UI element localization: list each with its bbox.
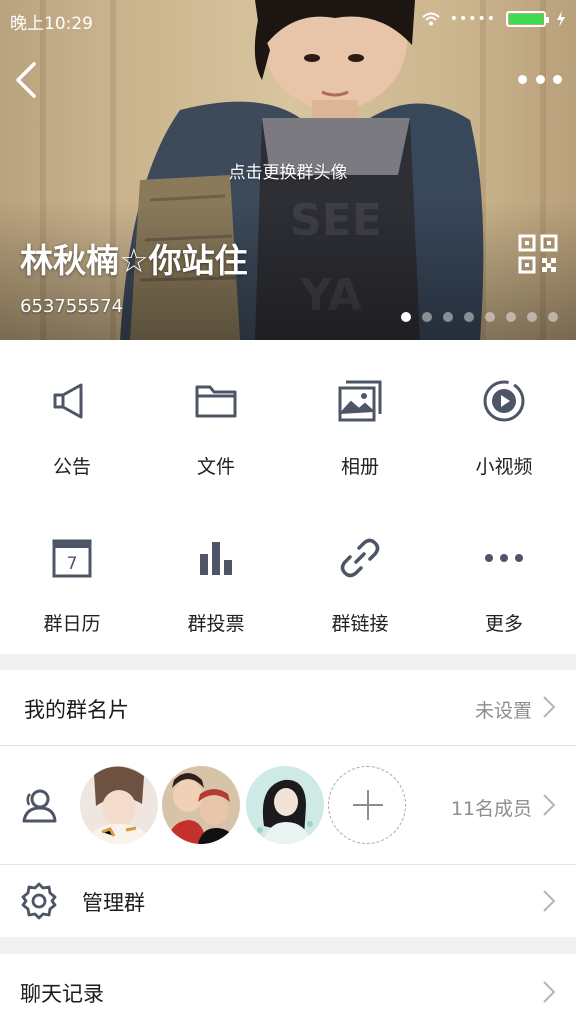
carousel-dot xyxy=(527,312,537,322)
charging-bolt-icon xyxy=(557,11,565,27)
my-group-card-row[interactable]: 我的群名片 未设置 xyxy=(0,670,576,745)
feature-announcement[interactable]: 公告 xyxy=(0,340,144,497)
group-header[interactable]: SEE YA 晚上10:29 ••••• 点击更换 xyxy=(0,0,576,340)
member-avatar[interactable] xyxy=(80,766,158,844)
back-chevron-icon[interactable] xyxy=(10,58,46,102)
feature-label: 更多 xyxy=(484,613,523,635)
carousel-dot xyxy=(506,312,516,322)
feature-grid: 公告 文件 相册 小视频 7 群日历 群投票 群链接 更多 xyxy=(0,340,576,654)
signal-icon: ••••• xyxy=(449,11,496,27)
feature-files[interactable]: 文件 xyxy=(144,340,288,497)
chevron-right-icon xyxy=(543,981,556,1003)
members-icon xyxy=(22,789,57,823)
feature-label: 公告 xyxy=(52,456,91,478)
more-dots-icon[interactable] xyxy=(518,66,562,92)
carousel-dot xyxy=(485,312,495,322)
my-group-card-value: 未设置 xyxy=(474,700,532,722)
member-count: 11名成员 xyxy=(450,798,532,820)
wifi-icon xyxy=(422,12,440,26)
photo-album-icon xyxy=(338,380,382,422)
link-icon xyxy=(340,538,380,578)
video-play-icon xyxy=(483,380,525,422)
carousel-dot xyxy=(464,312,474,322)
battery-cap xyxy=(546,17,549,23)
status-time: 晚上10:29 xyxy=(10,14,93,34)
group-id: 653755574 xyxy=(20,296,124,317)
carousel-dot xyxy=(548,312,558,322)
battery-level xyxy=(509,14,543,24)
feature-label: 群投票 xyxy=(187,613,245,635)
dot xyxy=(535,74,545,84)
megaphone-icon xyxy=(53,383,83,419)
feature-more[interactable]: 更多 xyxy=(432,497,576,654)
status-bar: 晚上10:29 ••••• xyxy=(0,0,576,40)
feature-album[interactable]: 相册 xyxy=(288,340,432,497)
feature-label: 文件 xyxy=(196,456,235,478)
status-icons: ••••• xyxy=(422,11,566,27)
battery-icon xyxy=(506,11,549,27)
carousel-indicator xyxy=(401,312,558,322)
member-avatar[interactable] xyxy=(162,766,240,844)
my-group-card-title: 我的群名片 xyxy=(24,698,129,722)
carousel-dot xyxy=(422,312,432,322)
manage-group-title: 管理群 xyxy=(82,891,145,915)
feature-calendar[interactable]: 7 群日历 xyxy=(0,497,144,654)
dot xyxy=(518,74,527,84)
feature-label: 群日历 xyxy=(43,613,101,635)
members-row[interactable]: 11名成员 xyxy=(0,746,576,864)
chevron-right-icon xyxy=(543,696,556,718)
feature-label: 相册 xyxy=(340,456,379,478)
folder-icon xyxy=(195,385,237,418)
bar-chart-icon xyxy=(200,542,232,575)
qr-code-icon[interactable] xyxy=(518,234,558,274)
feature-label: 群链接 xyxy=(331,613,389,635)
calendar-icon: 7 xyxy=(52,539,92,578)
chat-history-row[interactable]: 聊天记录 xyxy=(0,954,576,1024)
gear-icon xyxy=(21,882,57,920)
dot xyxy=(553,74,562,84)
feature-link[interactable]: 群链接 xyxy=(288,497,432,654)
add-member-button[interactable] xyxy=(328,766,406,844)
feature-vote[interactable]: 群投票 xyxy=(144,497,288,654)
change-avatar-link[interactable]: 点击更换群头像 xyxy=(0,158,576,183)
chevron-right-icon xyxy=(543,794,556,816)
chevron-right-icon xyxy=(543,890,556,912)
manage-group-row[interactable]: 管理群 xyxy=(0,865,576,937)
carousel-dot xyxy=(443,312,453,322)
member-avatar[interactable] xyxy=(246,766,324,844)
carousel-dot xyxy=(401,312,411,322)
feature-label: 小视频 xyxy=(475,456,533,478)
feature-short-video[interactable]: 小视频 xyxy=(432,340,576,497)
group-name: 林秋楠☆你站住 xyxy=(20,241,248,280)
chat-history-title: 聊天记录 xyxy=(20,982,104,1006)
calendar-day: 7 xyxy=(67,554,78,574)
more-icon xyxy=(485,554,523,562)
